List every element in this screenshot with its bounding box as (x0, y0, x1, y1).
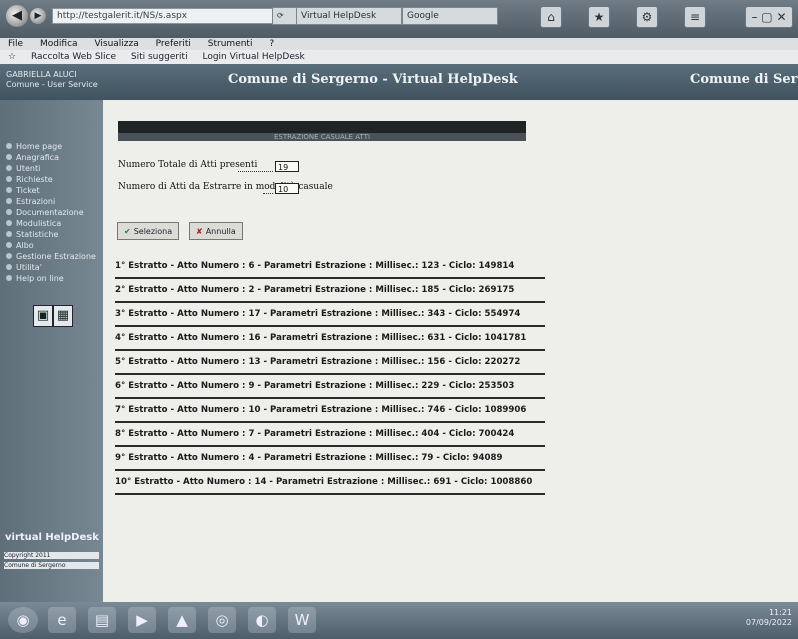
tools-icon[interactable]: ⚙ (636, 6, 658, 28)
cross-icon: ✘ (196, 227, 203, 236)
tab-virtual-helpdesk[interactable]: Virtual HelpDesk (296, 7, 402, 25)
favorites-icon[interactable]: ★ (588, 6, 610, 28)
sidebar-item-ticket[interactable]: Ticket (6, 186, 98, 195)
bullet-icon (6, 209, 12, 215)
bullet-icon (6, 264, 12, 270)
sidebar-item-albo[interactable]: Albo (6, 241, 98, 250)
folder-icon[interactable]: ▤ (88, 607, 116, 633)
sidebar-item-richieste[interactable]: Richieste (6, 175, 98, 184)
list-item: 10° Estratto - Atto Numero : 14 - Parame… (115, 472, 545, 495)
menu-visualizza[interactable]: Visualizza (94, 39, 138, 49)
fav-raccolta-web-slice[interactable]: Raccolta Web Slice (31, 52, 116, 62)
dotted-leader (238, 170, 273, 172)
screenshot-page: ◀ ▶ http://testgalerit.it/NS/s.aspx ⟳ Vi… (0, 0, 798, 639)
list-item: 9° Estratto - Atto Numero : 4 - Parametr… (115, 448, 545, 471)
fav-login-virtual-helpdesk[interactable]: Login Virtual HelpDesk (202, 52, 304, 62)
windows-taskbar: ◉ e ▤ ▶ ▲ ◎ ◐ W 11:21 07/09/2022 (0, 602, 798, 639)
sidebar-item-utilita[interactable]: Utilita' (6, 263, 98, 272)
menu-preferiti[interactable]: Preferiti (156, 39, 191, 49)
total-atti-label: Numero Totale di Atti presenti (118, 160, 258, 170)
bullet-icon (6, 165, 12, 171)
user-role: Comune - User Service (6, 80, 98, 89)
sidebar-item-help[interactable]: Help on line (6, 274, 98, 283)
atti-da-estrarre-input[interactable]: 10 (275, 183, 299, 194)
firefox-icon[interactable]: ◐ (248, 607, 276, 633)
main-content: ESTRAZIONE CASUALE ATTI Numero Totale di… (103, 100, 798, 602)
sidebar-item-documentazione[interactable]: Documentazione (6, 208, 98, 217)
total-atti-input[interactable]: 19 (275, 161, 299, 172)
sidebar-icon-group: ▣ ▦ (33, 305, 73, 327)
user-name: GABRIELLA ALUCI (6, 70, 77, 79)
window-controls[interactable]: – ▢ ✕ (745, 6, 793, 28)
annulla-button[interactable]: ✘ Annulla (189, 222, 243, 240)
feeds-icon[interactable]: ≡ (684, 6, 706, 28)
list-item: 2° Estratto - Atto Numero : 2 - Parametr… (115, 280, 545, 303)
home-icon[interactable]: ⌂ (540, 6, 562, 28)
start-button[interactable]: ◉ (8, 607, 38, 633)
clock-date: 07/09/2022 (745, 618, 792, 627)
user-card-icon[interactable]: ▣ (33, 305, 53, 327)
menu-strumenti[interactable]: Strumenti (208, 39, 253, 49)
seleziona-button[interactable]: ✔ Seleziona (117, 222, 180, 240)
menu-file[interactable]: File (8, 39, 23, 49)
section-header-title: ESTRAZIONE CASUALE ATTI (118, 133, 526, 141)
sidebar-item-gestione-estrazione[interactable]: Gestione Estrazione Atti (6, 252, 98, 261)
menu-bar: File Modifica Visualizza Preferiti Strum… (0, 38, 798, 50)
favorites-bar: ☆ Raccolta Web Slice Siti suggeriti Logi… (0, 50, 798, 65)
favorites-star-icon: ☆ (8, 52, 17, 62)
address-bar[interactable]: http://testgalerit.it/NS/s.aspx (52, 8, 273, 24)
fav-siti-suggeriti[interactable]: Siti suggeriti (131, 52, 188, 62)
list-item: 8° Estratto - Atto Numero : 7 - Parametr… (115, 424, 545, 447)
system-tray: 11:21 07/09/2022 (746, 608, 792, 628)
sidebar-item-estrazioni[interactable]: Estrazioni (6, 197, 98, 206)
list-item: 6° Estratto - Atto Numero : 9 - Parametr… (115, 376, 545, 399)
grid-icon[interactable]: ▦ (53, 305, 73, 327)
tab-google[interactable]: Google (402, 7, 498, 25)
dotted-leader (263, 192, 273, 194)
refresh-icon[interactable]: ⟳ (272, 7, 298, 25)
browser-toolbar: ◀ ▶ http://testgalerit.it/NS/s.aspx ⟳ Vi… (0, 0, 798, 38)
section-header: ESTRAZIONE CASUALE ATTI (118, 121, 526, 141)
banner-title-right: Comune di Sergerno (690, 72, 798, 87)
atti-da-estrarre-label: Numero di Atti da Estrarre in modalità c… (118, 182, 333, 192)
bullet-icon (6, 253, 12, 259)
sidebar-footer-title: virtual HelpDesk (5, 532, 99, 543)
list-item: 1° Estratto - Atto Numero : 6 - Parametr… (115, 256, 545, 279)
ie-icon[interactable]: e (48, 607, 76, 633)
chrome-icon[interactable]: ◎ (208, 607, 236, 633)
menu-help[interactable]: ? (269, 39, 274, 49)
list-item: 5° Estratto - Atto Numero : 13 - Paramet… (115, 352, 545, 375)
bullet-icon (6, 220, 12, 226)
results-list: 1° Estratto - Atto Numero : 6 - Parametr… (115, 256, 545, 496)
clock-time: 11:21 (768, 608, 792, 617)
sidebar-footer-line: Comune di Sergerno (4, 562, 99, 569)
sidebar-footer-line: Copyright 2011 (4, 552, 99, 559)
sidebar-item-utenti[interactable]: Utenti (6, 164, 98, 173)
bullet-icon (6, 198, 12, 204)
sidebar-item-anagrafica[interactable]: Anagrafica (6, 153, 98, 162)
acrobat-icon[interactable]: ▲ (168, 607, 196, 633)
list-item: 4° Estratto - Atto Numero : 16 - Paramet… (115, 328, 545, 351)
sidebar-item-modulistica[interactable]: Modulistica (6, 219, 98, 228)
page-banner: Comune di Sergerno - Virtual HelpDesk Co… (0, 64, 798, 100)
bullet-icon (6, 231, 12, 237)
bullet-icon (6, 187, 12, 193)
forward-icon[interactable]: ▶ (30, 8, 46, 24)
sidebar-item-home[interactable]: Home page (6, 142, 98, 151)
bullet-icon (6, 176, 12, 182)
list-item: 3° Estratto - Atto Numero : 17 - Paramet… (115, 304, 545, 327)
bullet-icon (6, 275, 12, 281)
user-info: GABRIELLA ALUCI Comune - User Service (6, 70, 106, 100)
word-icon[interactable]: W (288, 607, 316, 633)
bullet-icon (6, 154, 12, 160)
bullet-icon (6, 242, 12, 248)
bullet-icon (6, 143, 12, 149)
sidebar-item-statistiche[interactable]: Statistiche (6, 230, 98, 239)
check-icon: ✔ (124, 227, 131, 236)
media-player-icon[interactable]: ▶ (128, 607, 156, 633)
banner-title: Comune di Sergerno - Virtual HelpDesk (228, 72, 518, 87)
menu-modifica[interactable]: Modifica (40, 39, 78, 49)
list-item: 7° Estratto - Atto Numero : 10 - Paramet… (115, 400, 545, 423)
back-icon[interactable]: ◀ (6, 5, 28, 27)
